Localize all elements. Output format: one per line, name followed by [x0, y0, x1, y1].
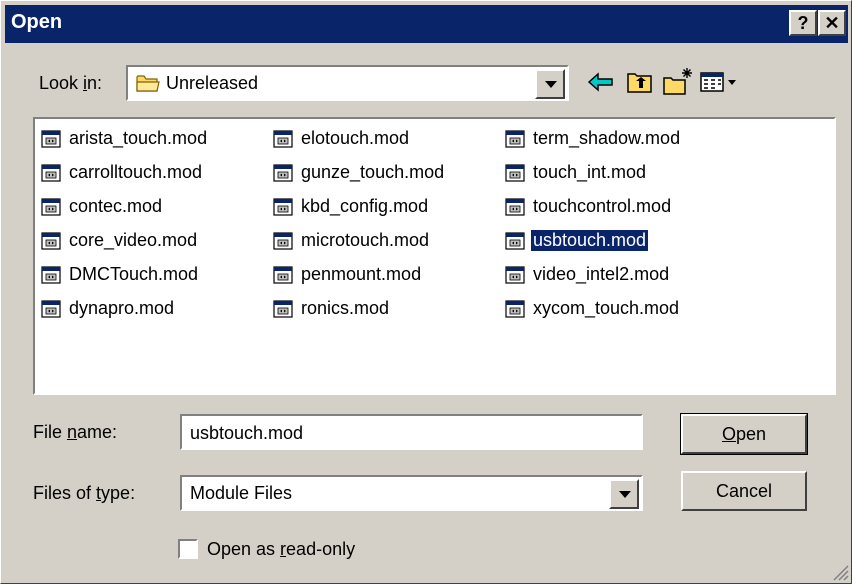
up-folder-icon[interactable] [623, 65, 657, 99]
module-file-icon [505, 299, 525, 319]
module-file-icon [273, 299, 293, 319]
dialog-title: Open [11, 11, 63, 33]
module-file-icon [41, 265, 61, 285]
module-file-icon [505, 163, 525, 183]
module-file-icon [273, 197, 293, 217]
file-name: video_intel2.mod [533, 264, 670, 284]
file-item[interactable]: penmount.mod [273, 261, 499, 289]
help-button[interactable]: ? [789, 10, 817, 36]
file-item[interactable]: arista_touch.mod [41, 125, 267, 153]
file-item[interactable]: DMCTouch.mod [41, 261, 267, 289]
module-file-icon [505, 231, 525, 251]
look-in-dropdown-button[interactable] [535, 69, 565, 99]
module-file-icon [41, 299, 61, 319]
title-bar[interactable]: Open ? ✕ [5, 5, 848, 43]
file-item[interactable]: video_intel2.mod [505, 261, 731, 289]
module-file-icon [273, 129, 293, 149]
module-file-icon [505, 129, 525, 149]
back-icon[interactable] [584, 65, 618, 99]
file-item[interactable]: elotouch.mod [273, 125, 499, 153]
module-file-icon [41, 163, 61, 183]
file-name: carrolltouch.mod [69, 162, 203, 182]
file-list[interactable]: arista_touch.mod carrolltouch.mod contec.m… [33, 117, 836, 395]
read-only-checkbox[interactable] [178, 539, 198, 559]
file-item[interactable]: microtouch.mod [273, 227, 499, 255]
module-file-icon [41, 231, 61, 251]
module-file-icon [41, 129, 61, 149]
chevron-down-icon [619, 491, 631, 498]
module-file-icon [273, 163, 293, 183]
file-name: elotouch.mod [301, 128, 410, 148]
file-name-label: File name: [33, 422, 118, 442]
file-name: dynapro.mod [69, 298, 175, 318]
file-name: arista_touch.mod [69, 128, 208, 148]
file-name: contec.mod [69, 196, 163, 216]
file-name: penmount.mod [301, 264, 422, 284]
file-item[interactable]: dynapro.mod [41, 295, 267, 323]
file-name: usbtouch.mod [529, 229, 650, 252]
module-file-icon [273, 265, 293, 285]
module-file-icon [41, 197, 61, 217]
chevron-down-icon [545, 81, 557, 88]
folder-icon [136, 75, 160, 92]
file-item[interactable]: term_shadow.mod [505, 125, 731, 153]
file-name-input[interactable]: usbtouch.mod [180, 414, 643, 450]
cancel-button[interactable]: Cancel [681, 471, 807, 511]
file-name: gunze_touch.mod [301, 162, 445, 182]
file-name: DMCTouch.mod [69, 264, 199, 284]
file-name: touchcontrol.mod [533, 196, 672, 216]
file-item[interactable]: ronics.mod [273, 295, 499, 323]
file-name: ronics.mod [301, 298, 390, 318]
file-item[interactable]: touch_int.mod [505, 159, 731, 187]
new-folder-icon[interactable] [661, 65, 695, 99]
file-item[interactable]: kbd_config.mod [273, 193, 499, 221]
close-button[interactable]: ✕ [818, 10, 846, 36]
file-item[interactable]: usbtouch.mod [505, 227, 731, 255]
resize-grip-icon[interactable] [831, 563, 849, 581]
look-in-combo[interactable]: Unreleased [126, 65, 569, 101]
look-in-label: Look in: [39, 73, 103, 93]
open-button[interactable]: Open [680, 413, 808, 455]
files-of-type-dropdown-button[interactable] [609, 479, 639, 509]
file-name: kbd_config.mod [301, 196, 429, 216]
open-dialog: Open ? ✕ Look in: Unreleased arista_touc… [0, 0, 852, 584]
module-file-icon [273, 231, 293, 251]
file-name: touch_int.mod [533, 162, 647, 182]
file-name: core_video.mod [69, 230, 198, 250]
read-only-label[interactable]: Open as read-only [207, 539, 355, 560]
files-of-type-label: Files of type: [33, 483, 136, 503]
view-menu-icon[interactable] [698, 65, 742, 99]
file-name: microtouch.mod [301, 230, 430, 250]
file-name: term_shadow.mod [533, 128, 681, 148]
file-item[interactable]: gunze_touch.mod [273, 159, 499, 187]
file-item[interactable]: core_video.mod [41, 227, 267, 255]
files-of-type-combo[interactable]: Module Files [180, 475, 643, 511]
file-item[interactable]: carrolltouch.mod [41, 159, 267, 187]
file-item[interactable]: xycom_touch.mod [505, 295, 731, 323]
module-file-icon [505, 197, 525, 217]
module-file-icon [505, 265, 525, 285]
file-name: xycom_touch.mod [533, 298, 680, 318]
file-item[interactable]: contec.mod [41, 193, 267, 221]
look-in-value: Unreleased [166, 73, 259, 93]
file-item[interactable]: touchcontrol.mod [505, 193, 731, 221]
